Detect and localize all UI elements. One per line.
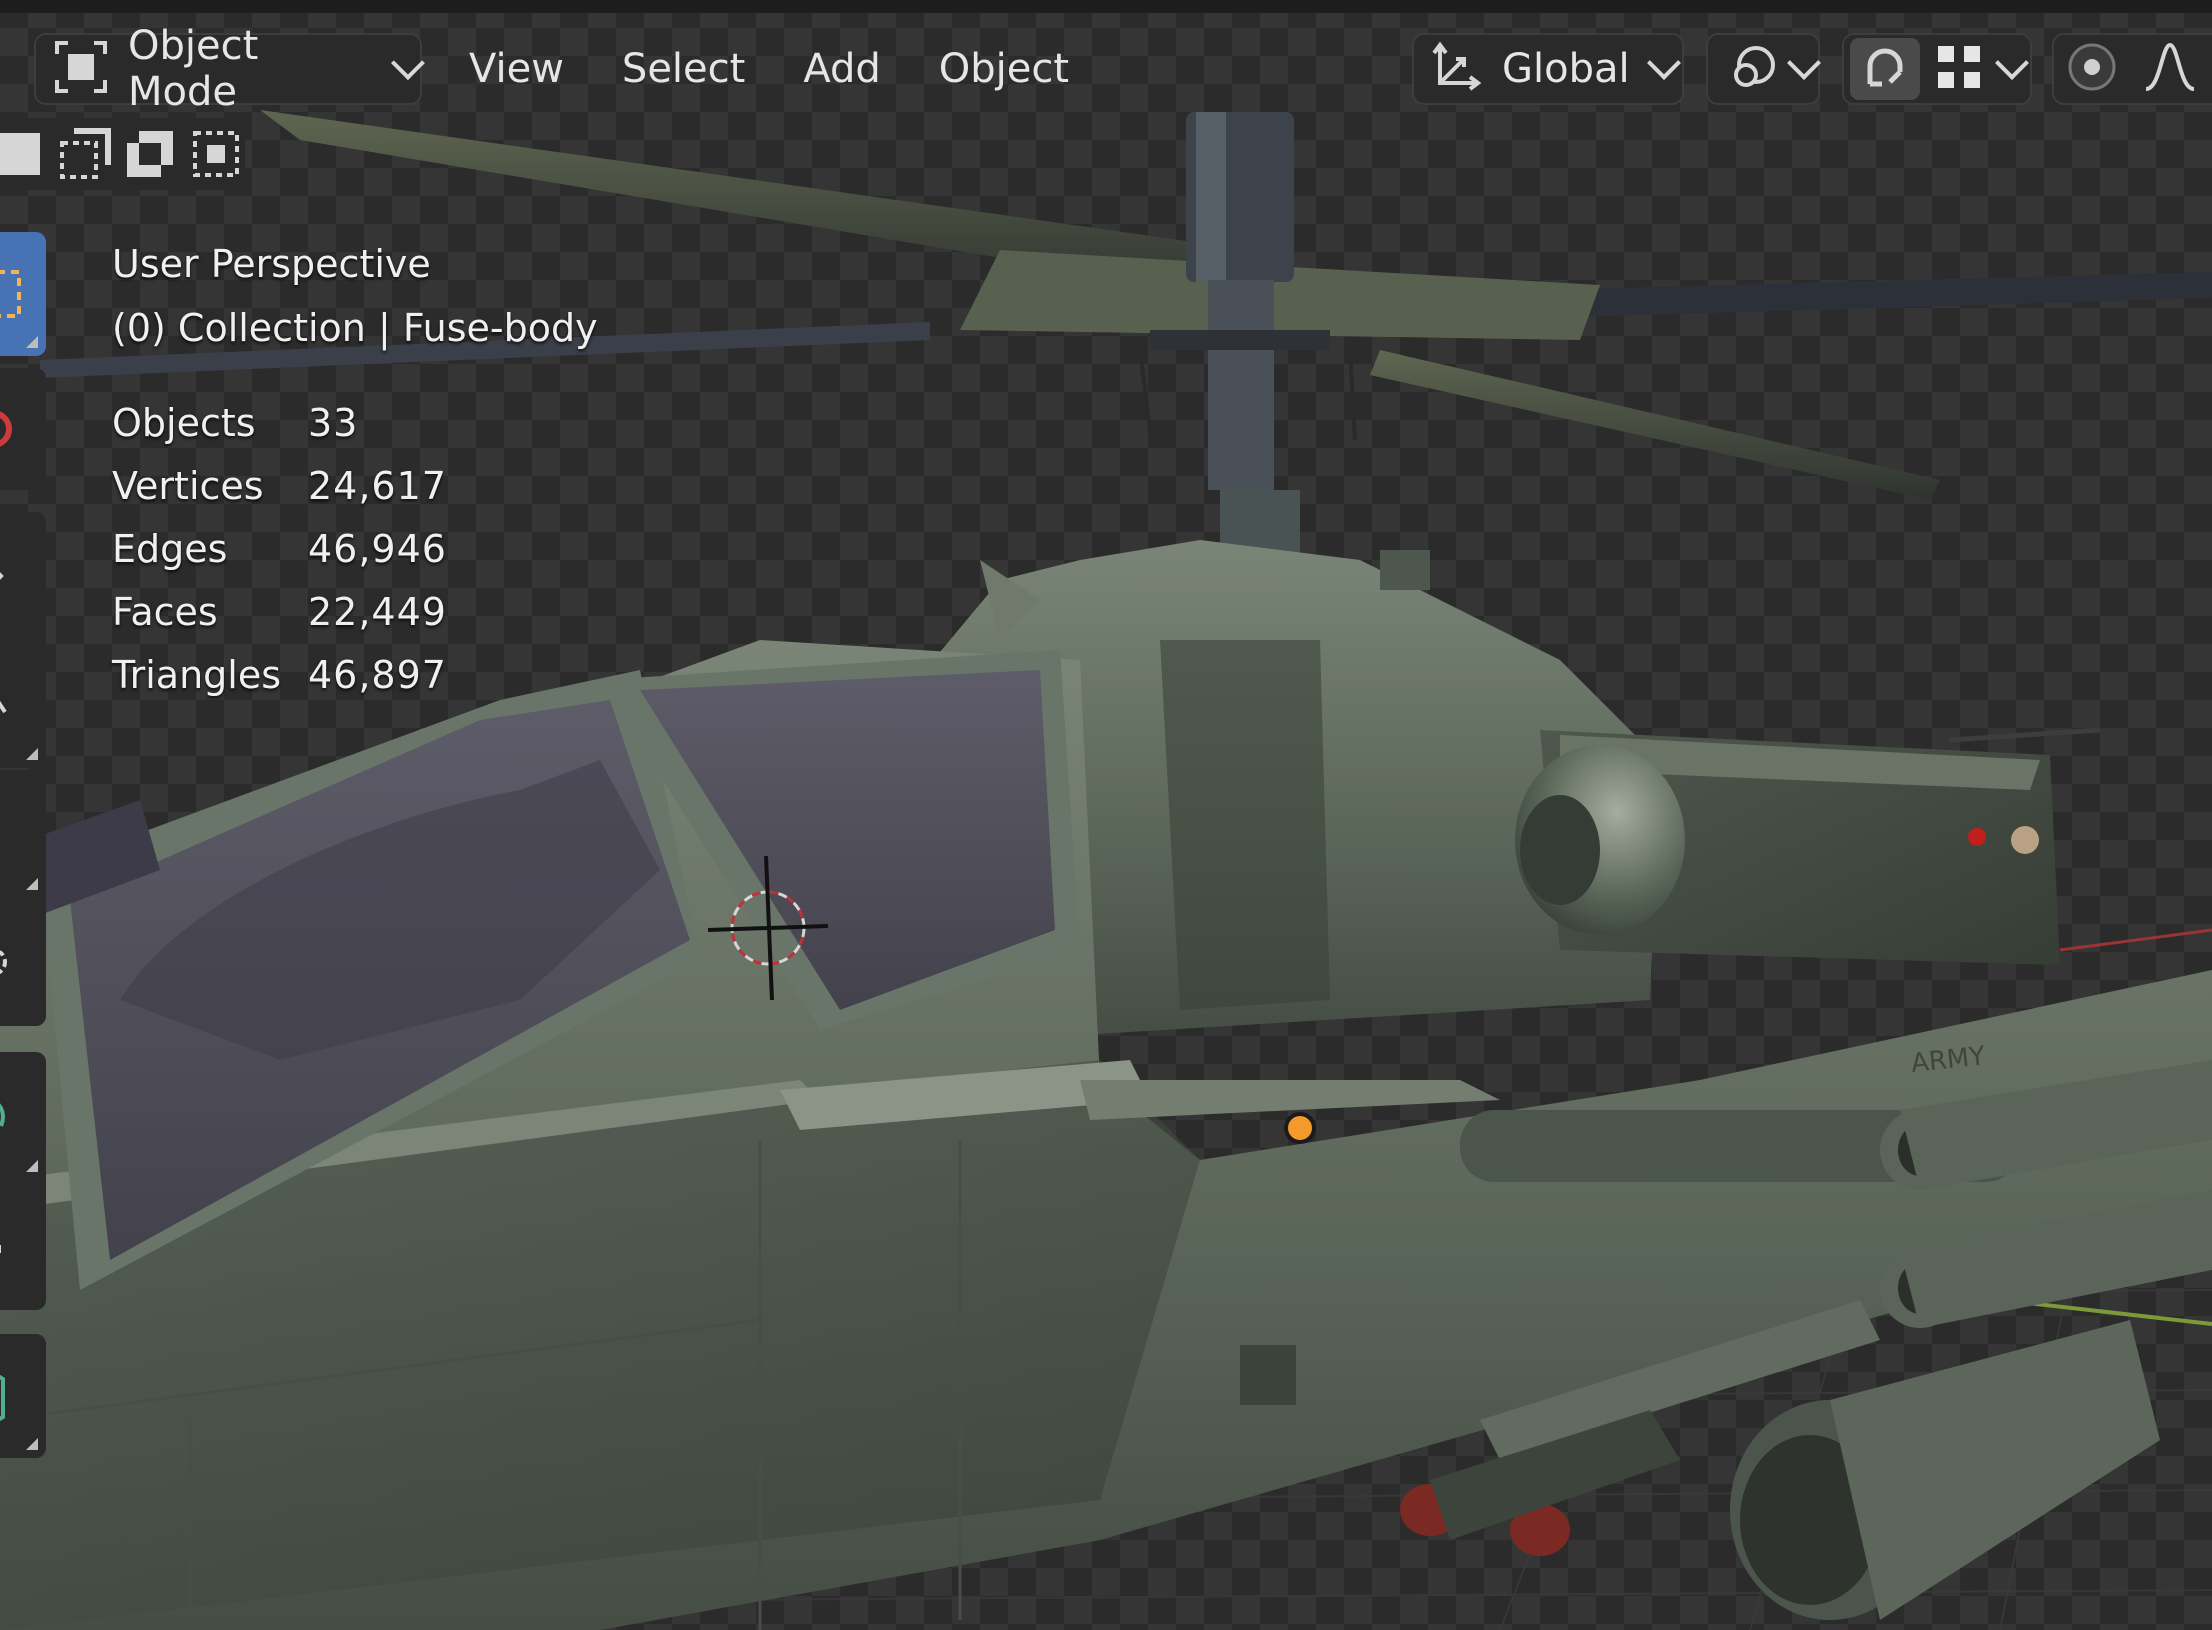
stat-label: Objects — [112, 401, 256, 445]
3d-viewport[interactable]: ARMY Object Mode View Select Add Object … — [0, 0, 2212, 1630]
mode-dropdown[interactable]: Object Mode — [34, 23, 426, 115]
tool-group-add — [0, 1334, 46, 1458]
stat-label: Vertices — [112, 464, 264, 508]
chevron-down-icon — [391, 46, 426, 80]
view-name: User Perspective — [112, 242, 431, 286]
transform-tool[interactable] — [0, 898, 46, 1026]
scale-tool[interactable] — [0, 770, 46, 898]
measure-tool[interactable] — [0, 1180, 46, 1310]
proportional-editing-controls — [2052, 33, 2212, 105]
menu-bar: View Select Add Object — [440, 33, 1098, 105]
viewport-header: Object Mode View Select Add Object Globa… — [0, 13, 2212, 115]
add-cube-tool[interactable] — [0, 1334, 46, 1458]
transform-orientation-dropdown[interactable]: Global — [1412, 33, 1684, 105]
stat-label: Triangles — [112, 653, 282, 697]
stat-value: 22,449 — [308, 590, 447, 634]
select-subtract-icon[interactable] — [122, 124, 180, 184]
measure-icon — [0, 1245, 1, 1253]
window-border — [0, 0, 2212, 13]
stat-vertices: Vertices 24,617 — [112, 455, 447, 518]
falloff-curve-icon[interactable] — [2142, 39, 2198, 99]
cursor-tool[interactable] — [0, 368, 46, 490]
cursor-icon — [0, 411, 12, 447]
chevron-down-icon — [1787, 46, 1821, 80]
rotate-tool[interactable] — [0, 640, 46, 768]
select-box-icon — [0, 270, 21, 318]
stat-faces: Faces 22,449 — [112, 581, 447, 644]
rotate-icon — [0, 700, 7, 714]
transform-icon — [0, 949, 7, 975]
tool-group-select — [0, 232, 46, 356]
snapping-controls — [1842, 33, 2032, 105]
viewport-overlay: User Perspective (0) Collection | Fuse-b… — [112, 232, 598, 360]
selection-mode-group — [0, 118, 245, 190]
tool-group-cursor — [0, 368, 46, 490]
stat-value: 46,946 — [308, 527, 447, 571]
stat-edges: Edges 46,946 — [112, 518, 447, 581]
active-object-context: (0) Collection | Fuse-body — [112, 306, 598, 350]
menu-select[interactable]: Select — [593, 46, 774, 92]
proportional-editing-icon[interactable] — [2064, 39, 2120, 99]
stat-objects: Objects 33 — [112, 392, 447, 455]
menu-object[interactable]: Object — [910, 46, 1098, 92]
move-tool[interactable] — [0, 512, 46, 640]
annotate-icon — [0, 1103, 5, 1127]
stat-label: Edges — [112, 527, 228, 571]
stat-label: Faces — [112, 590, 218, 634]
snap-magnet-icon[interactable] — [1850, 38, 1920, 100]
y-axis-line — [2059, 928, 2212, 952]
tool-group-annotate — [0, 1052, 46, 1310]
tool-group-scale — [0, 770, 46, 1026]
transform-orientation-icon — [1428, 39, 1484, 99]
stat-value: 24,617 — [308, 464, 447, 508]
mode-label: Object Mode — [128, 23, 259, 115]
stat-value: 33 — [308, 401, 359, 445]
pivot-point-dropdown[interactable] — [1706, 33, 1821, 105]
pivot-point-icon — [1724, 39, 1780, 99]
chevron-down-icon — [1646, 46, 1681, 80]
menu-view[interactable]: View — [440, 46, 593, 92]
move-icon — [0, 572, 4, 580]
select-invert-icon[interactable] — [187, 124, 245, 184]
chevron-down-icon[interactable] — [1995, 46, 2029, 80]
object-mode-icon — [54, 40, 108, 98]
add-cube-icon — [0, 1374, 5, 1422]
select-box-tool[interactable] — [0, 232, 46, 356]
annotate-tool[interactable] — [0, 1052, 46, 1180]
tool-group-transform — [0, 512, 46, 768]
select-extend-icon[interactable] — [56, 124, 114, 184]
stat-value: 46,897 — [308, 653, 447, 697]
object-origin — [1284, 1112, 1316, 1144]
snap-increment-icon[interactable] — [1934, 42, 1984, 96]
menu-add[interactable]: Add — [774, 46, 909, 92]
scene-statistics: Objects 33 Vertices 24,617 Edges 46,946 Fac… — [112, 392, 447, 707]
transform-orientation-label: Global — [1502, 46, 1630, 92]
stat-triangles: Triangles 46,897 — [112, 644, 447, 707]
select-set-icon[interactable] — [0, 124, 48, 184]
